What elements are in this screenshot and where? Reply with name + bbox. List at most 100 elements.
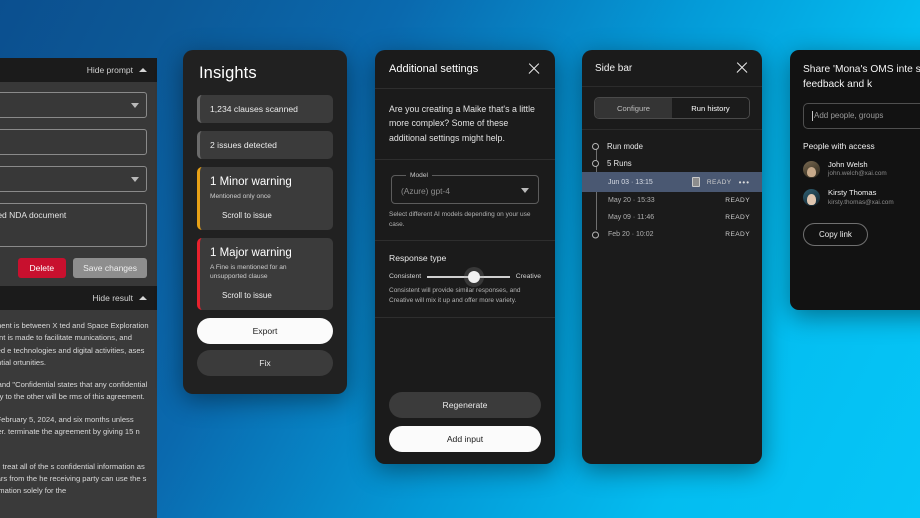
document-result: dentiality Agreement is between X ted an…: [0, 310, 157, 518]
timeline-dot-icon: [592, 231, 599, 238]
slider-max-label: Creative: [515, 273, 541, 281]
select-field[interactable]: [0, 92, 147, 118]
app-background: t Hide prompt ent s the uploaded NDA: [0, 0, 920, 518]
warning-card-minor: 1 Minor warning Mentioned only once Scro…: [197, 167, 333, 230]
avatar: [803, 160, 820, 178]
description-field[interactable]: s the uploaded NDA document: [0, 203, 147, 247]
description-field-value: s the uploaded NDA document: [0, 210, 67, 220]
export-button[interactable]: Export: [197, 317, 333, 344]
document-paragraph: efines "Affiliate" and "Confidential sta…: [0, 380, 148, 402]
prompt-result-panel: t Hide prompt ent s the uploaded NDA: [0, 58, 157, 518]
tab-group: Configure Run history: [594, 97, 750, 119]
fix-button[interactable]: Fix: [197, 349, 333, 376]
person-name: Kirsty Thomas: [828, 188, 877, 198]
result-bar: Hide result: [0, 286, 157, 310]
run-date: Feb 20 · 10:02: [608, 231, 654, 238]
regenerate-button[interactable]: Regenerate: [389, 392, 541, 418]
response-type-label: Response type: [389, 253, 447, 264]
stat-label: 2 issues detected: [210, 140, 277, 150]
person-email: john.welch@xai.com: [828, 169, 887, 177]
run-status: READY: [706, 178, 732, 186]
timeline-node-label: Run mode: [607, 142, 643, 151]
warning-subtitle: A Fine is mentioned for an unsupported c…: [210, 263, 287, 281]
run-history-row[interactable]: May 20 · 15:33 READY: [582, 192, 762, 209]
timeline-node-runs[interactable]: 5 Runs: [582, 155, 762, 172]
stat-label: 1,234 clauses scanned: [210, 104, 298, 114]
more-options-icon[interactable]: •••: [739, 178, 750, 187]
hide-result-label[interactable]: Hide result: [92, 293, 133, 303]
dialog-header: Additional settings: [375, 50, 555, 89]
run-history-row[interactable]: Jun 03 · 13:15 READY •••: [582, 172, 762, 192]
warning-subtitle: Mentioned only once: [210, 193, 271, 200]
response-type-slider[interactable]: Consistent Creative: [389, 270, 541, 283]
model-legend: Model: [410, 171, 428, 179]
add-people-placeholder: Add people, groups: [814, 111, 884, 121]
tab-run-history[interactable]: Run history: [672, 98, 749, 118]
timeline-dot-icon: [592, 143, 599, 150]
run-history-row[interactable]: May 09 · 11:46 READY: [582, 209, 762, 226]
slider-thumb[interactable]: [468, 270, 481, 283]
run-date: Jun 03 · 13:15: [608, 178, 653, 186]
run-date: May 09 · 11:46: [608, 214, 655, 221]
add-people-input[interactable]: Add people, groups: [803, 102, 920, 129]
side-bar-header: Side bar: [582, 50, 762, 87]
save-changes-button[interactable]: Save changes: [73, 258, 147, 278]
model-section: Model (Azure) gpt-4 Select different AI …: [375, 160, 555, 242]
timeline-dot-icon: [592, 160, 599, 167]
person-email: kirsty.thomas@xai.com: [828, 198, 894, 206]
share-title: Share 'Mona's OMS inte session feedback …: [803, 64, 920, 91]
chevron-down-icon[interactable]: [131, 176, 139, 182]
model-select[interactable]: Model (Azure) gpt-4: [391, 171, 539, 204]
delete-button[interactable]: Delete: [17, 258, 67, 278]
person-row[interactable]: John Welsh john.welch@xai.com: [803, 160, 920, 179]
copy-link-button[interactable]: Copy link: [803, 223, 868, 247]
side-bar-title: Side bar: [595, 62, 633, 74]
add-input-button[interactable]: Add input: [389, 426, 541, 452]
scroll-to-issue-link[interactable]: Scroll to issue: [210, 291, 323, 300]
share-dialog: Share 'Mona's OMS inte session feedback …: [790, 50, 920, 310]
timeline-node-run-mode[interactable]: Run mode: [582, 138, 762, 155]
form-actions: Delete Save changes: [0, 258, 147, 278]
dialog-title: Additional settings: [389, 63, 479, 75]
prompt-bar: t Hide prompt: [0, 58, 157, 82]
dialog-intro-text: Are you creating a Maike that's a little…: [375, 89, 555, 160]
hide-prompt-label[interactable]: Hide prompt: [87, 65, 133, 75]
chevron-down-icon[interactable]: [131, 102, 139, 108]
chevron-up-icon[interactable]: [139, 68, 147, 72]
document-paragraph: rty is obligated to treat all of the s c…: [0, 461, 147, 496]
side-bar-panel: Side bar Configure Run history Run mode …: [582, 50, 762, 464]
slider-min-label: Consistent: [389, 273, 422, 281]
chevron-down-icon[interactable]: [521, 188, 529, 194]
text-field[interactable]: ent: [0, 129, 147, 155]
prompt-form: ent s the uploaded NDA document Delete S…: [0, 82, 157, 286]
text-caret: [812, 110, 813, 121]
tab-configure[interactable]: Configure: [595, 98, 672, 118]
copy-icon[interactable]: [691, 177, 700, 187]
person-name: John Welsh: [828, 159, 868, 169]
insights-panel: Insights 1,234 clauses scanned 2 issues …: [183, 50, 347, 394]
scroll-to-issue-link[interactable]: Scroll to issue: [210, 211, 323, 220]
stat-clauses-scanned: 1,234 clauses scanned: [197, 95, 333, 123]
document-paragraph: dentiality Agreement is between X ted an…: [0, 321, 149, 367]
model-hint: Select different AI models depending on …: [389, 210, 531, 228]
stat-issues-detected: 2 issues detected: [197, 131, 333, 159]
run-history-row[interactable]: Feb 20 · 10:02 READY: [582, 226, 762, 243]
dialog-footer: Regenerate Add input: [375, 384, 555, 464]
additional-settings-dialog: Additional settings Are you creating a M…: [375, 50, 555, 464]
document-paragraph: s effective from February 5, 2024, and s…: [0, 414, 140, 437]
close-icon[interactable]: [527, 62, 541, 76]
slider-track[interactable]: [427, 270, 510, 283]
dialog-spacer: [375, 318, 555, 384]
model-value: (Azure) gpt-4: [401, 185, 450, 196]
chevron-up-icon[interactable]: [139, 296, 147, 300]
avatar-select-field[interactable]: [0, 166, 147, 192]
response-type-section: Response type Consistent Creative Consis…: [375, 241, 555, 318]
people-with-access-heading: People with access: [803, 140, 875, 151]
run-history-timeline: Run mode 5 Runs Jun 03 · 13:15 READY •••…: [582, 130, 762, 243]
person-row[interactable]: Kirsty Thomas kirsty.thomas@xai.com: [803, 188, 920, 207]
close-icon[interactable]: [735, 61, 749, 75]
response-type-hint: Consistent will provide similar response…: [389, 287, 521, 304]
run-date: May 20 · 15:33: [608, 197, 655, 204]
warning-title: 1 Minor warning: [210, 176, 292, 188]
run-status: READY: [725, 231, 750, 238]
